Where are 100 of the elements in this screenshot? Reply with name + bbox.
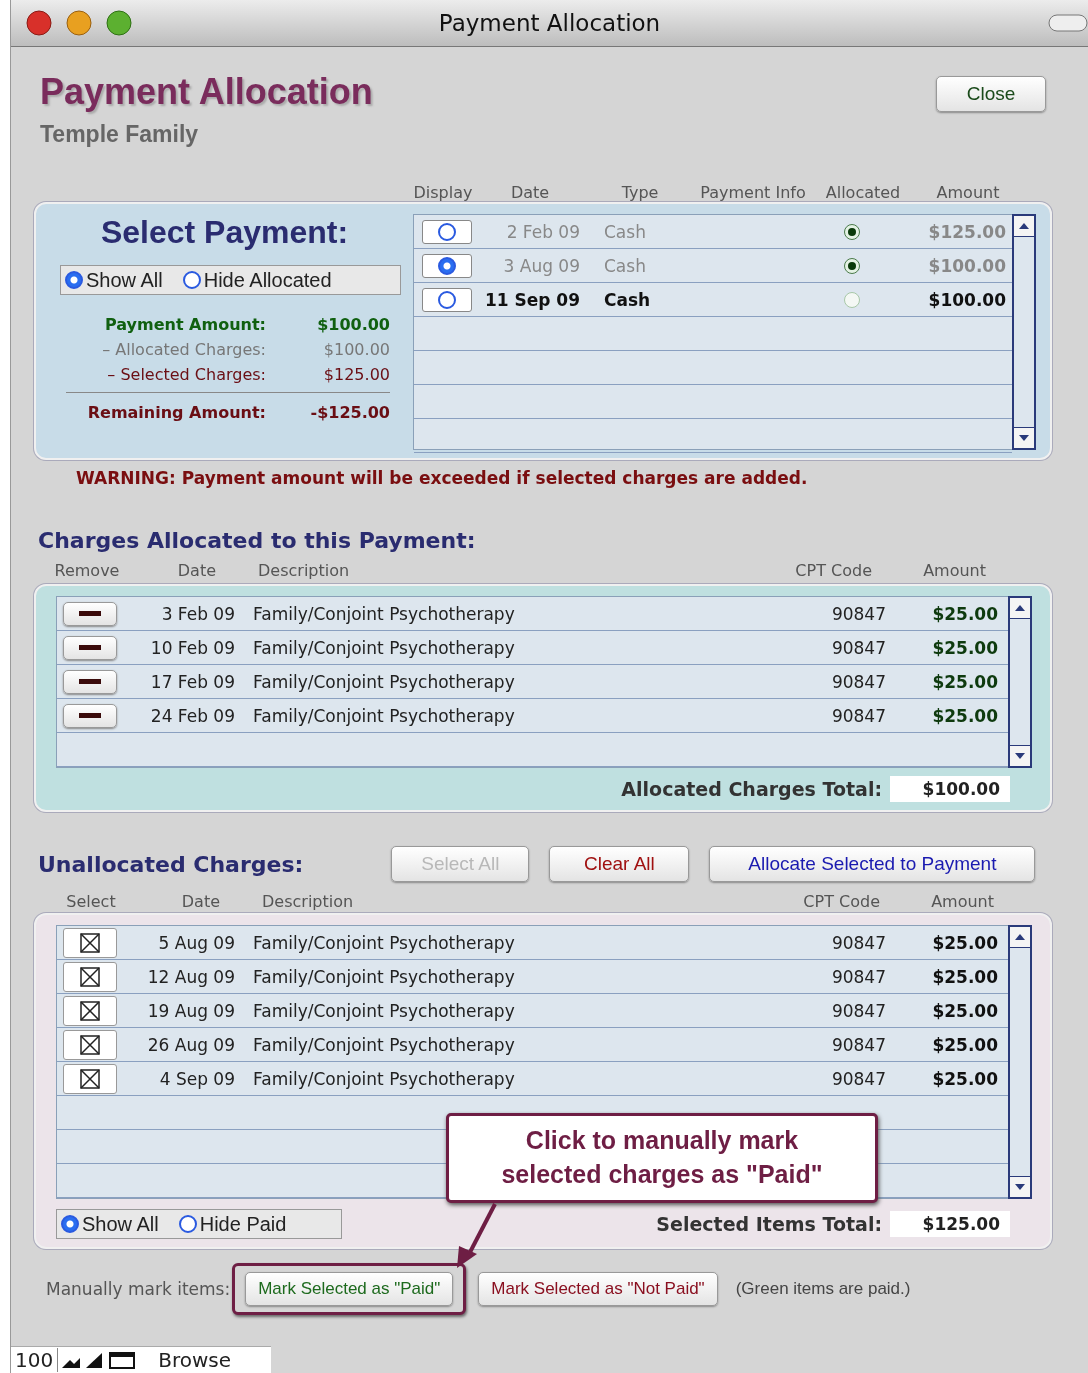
charge-description: Family/Conjoint Psychotherapy xyxy=(252,603,516,624)
action-button[interactable]: Allocate Selected to Payment xyxy=(709,846,1036,883)
column-header: Display xyxy=(412,182,474,202)
charge-date: 5 Aug 09 xyxy=(157,932,235,953)
warning-message: WARNING: Payment amount will be exceeded if selected charges are added. xyxy=(76,468,809,490)
remove-button[interactable] xyxy=(63,669,117,694)
zoom-icon[interactable] xyxy=(105,9,133,37)
charge-amount: $25.00 xyxy=(931,637,999,658)
select-checkbox[interactable] xyxy=(63,961,117,992)
charge-description: Family/Conjoint Psychotherapy xyxy=(252,1034,516,1055)
summary-value: $125.00 xyxy=(322,365,390,384)
charge-date: 10 Feb 09 xyxy=(149,637,235,658)
scroll-up-icon[interactable] xyxy=(1010,598,1030,620)
display-radio[interactable] xyxy=(422,253,472,278)
scroll-up-icon[interactable] xyxy=(1014,216,1034,237)
charge-date: 12 Aug 09 xyxy=(146,966,235,987)
mark-button[interactable]: Mark Selected as "Not Paid" xyxy=(478,1272,718,1307)
section-heading: Select Payment: xyxy=(99,214,350,251)
mark-button[interactable]: Mark Selected as "Paid" xyxy=(245,1272,454,1307)
minus-icon xyxy=(79,678,101,685)
filter-radio[interactable]: Show All xyxy=(65,268,163,292)
remove-button[interactable] xyxy=(63,601,117,626)
charge-amount: $25.00 xyxy=(931,1034,999,1055)
callout-box: Click to manually mark selected charges as "Paid" xyxy=(446,1113,878,1203)
display-radio[interactable] xyxy=(422,219,472,244)
charge-description: Family/Conjoint Psychotherapy xyxy=(252,1068,516,1089)
column-header: Select xyxy=(65,892,117,912)
zoom-level[interactable]: 100 xyxy=(11,1348,59,1372)
cpt-code: 90847 xyxy=(830,966,886,987)
charge-amount: $25.00 xyxy=(931,705,999,726)
column-header: Amount xyxy=(935,182,1001,202)
section-heading: Unallocated Charges: xyxy=(38,851,304,877)
remove-button[interactable] xyxy=(63,703,117,728)
minimize-icon[interactable] xyxy=(65,9,93,37)
select-checkbox[interactable] xyxy=(63,995,117,1026)
minus-icon xyxy=(79,712,101,719)
column-header: Amount xyxy=(922,561,987,581)
cpt-code: 90847 xyxy=(830,671,886,692)
mode-label: Browse xyxy=(158,1348,231,1372)
filter-radio[interactable]: Hide Paid xyxy=(178,1212,287,1236)
page-title: Payment Allocation xyxy=(40,71,373,113)
payment-type: Cash xyxy=(603,289,652,310)
filter-radio[interactable]: Show All xyxy=(61,1212,159,1236)
toolbar-toggle-icon[interactable] xyxy=(1048,14,1088,32)
cpt-code: 90847 xyxy=(830,1034,886,1055)
close-icon[interactable] xyxy=(25,9,53,37)
cpt-code: 90847 xyxy=(830,637,886,658)
summary-label: Remaining Amount: xyxy=(86,403,267,422)
charge-description: Family/Conjoint Psychotherapy xyxy=(252,705,516,726)
cpt-code: 90847 xyxy=(830,1000,886,1021)
summary-label: – Allocated Charges: xyxy=(101,340,267,359)
charge-amount: $25.00 xyxy=(931,932,999,953)
charge-date: 3 Feb 09 xyxy=(160,603,235,624)
charge-date: 26 Aug 09 xyxy=(146,1034,235,1055)
cpt-code: 90847 xyxy=(830,705,886,726)
section-heading: Charges Allocated to this Payment: xyxy=(38,528,477,553)
charge-amount: $25.00 xyxy=(931,671,999,692)
charge-description: Family/Conjoint Psychotherapy xyxy=(252,1000,516,1021)
payment-date: 11 Sep 09 xyxy=(483,289,580,310)
column-header: Amount xyxy=(930,892,995,912)
charge-amount: $25.00 xyxy=(931,1068,999,1089)
select-checkbox[interactable] xyxy=(63,1029,117,1060)
filter-radio[interactable]: Hide Allocated xyxy=(182,268,332,292)
minus-icon xyxy=(79,644,101,651)
cpt-code: 90847 xyxy=(830,932,886,953)
select-checkbox[interactable] xyxy=(63,927,117,958)
display-radio[interactable] xyxy=(422,287,472,312)
close-button[interactable]: Close xyxy=(936,76,1046,112)
scroll-down-icon[interactable] xyxy=(1010,745,1030,767)
column-header: Remove xyxy=(54,561,120,581)
charge-date: 24 Feb 09 xyxy=(149,705,235,726)
summary-label: – Selected Charges: xyxy=(106,365,267,384)
cpt-code: 90847 xyxy=(830,603,886,624)
action-button[interactable]: Clear All xyxy=(549,846,690,883)
charge-amount: $25.00 xyxy=(931,966,999,987)
total-label: Selected Items Total: xyxy=(656,1213,882,1236)
scrollbar[interactable] xyxy=(1008,596,1032,769)
select-checkbox[interactable] xyxy=(63,1063,117,1094)
column-header: Payment Info xyxy=(699,182,807,202)
cpt-code: 90847 xyxy=(830,1068,886,1089)
scroll-down-icon[interactable] xyxy=(1014,427,1034,448)
charge-description: Family/Conjoint Psychotherapy xyxy=(252,671,516,692)
remove-button[interactable] xyxy=(63,635,117,660)
note-text: (Green items are paid.) xyxy=(735,1279,911,1300)
scrollbar[interactable] xyxy=(1012,214,1036,450)
scroll-down-icon[interactable] xyxy=(1010,1176,1030,1198)
charge-amount: $25.00 xyxy=(931,603,999,624)
column-header: Date xyxy=(180,892,221,912)
scroll-up-icon[interactable] xyxy=(1010,927,1030,949)
charge-description: Family/Conjoint Psychotherapy xyxy=(252,637,516,658)
summary-value: $100.00 xyxy=(322,340,390,359)
total-field: $100.00 xyxy=(890,776,1010,803)
crossed-box-icon xyxy=(80,966,100,987)
payment-date: 2 Feb 09 xyxy=(505,221,580,242)
layout-icon[interactable] xyxy=(108,1350,137,1370)
charge-date: 17 Feb 09 xyxy=(149,671,235,692)
column-header: CPT Code xyxy=(802,892,880,912)
scrollbar[interactable] xyxy=(1008,925,1032,1200)
charge-description: Family/Conjoint Psychotherapy xyxy=(252,932,516,953)
crossed-box-icon xyxy=(80,1034,100,1055)
